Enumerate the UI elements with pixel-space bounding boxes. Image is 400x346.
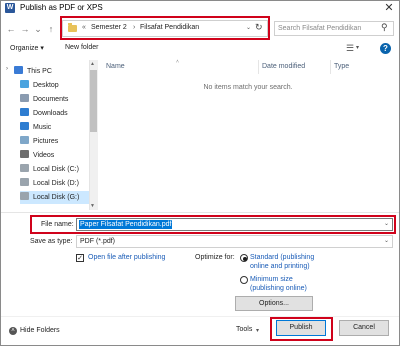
save-type-dropdown-icon[interactable]: ⌄ — [384, 237, 389, 244]
sidebar-item-music[interactable]: Music — [20, 121, 89, 134]
tools-dropdown-icon[interactable]: ▾ — [256, 327, 259, 334]
sidebar-item-label: Pictures — [33, 138, 59, 145]
column-header-date-modified[interactable]: Date modified — [262, 63, 305, 70]
tools-button[interactable]: Tools — [236, 326, 252, 333]
sidebar-item-icon — [20, 164, 29, 172]
search-placeholder: Search Filsafat Pendidikan — [278, 25, 362, 32]
publish-highlight-box — [270, 317, 333, 341]
back-arrow-icon[interactable]: ← — [6, 24, 16, 34]
recent-locations-icon[interactable]: ⌄ — [33, 24, 43, 34]
hide-folders-button[interactable]: Hide Folders — [20, 327, 60, 334]
sidebar-item-icon — [20, 178, 29, 186]
file-list[interactable] — [99, 60, 394, 210]
toolbar — [1, 40, 399, 58]
sidebar-item-icon — [20, 122, 29, 130]
sidebar-item-label: Music — [33, 124, 52, 131]
column-header-name[interactable]: Name — [106, 63, 125, 70]
close-icon[interactable]: ✕ — [382, 1, 396, 15]
file-name-highlight-box — [30, 215, 396, 234]
window-title: Publish as PDF or XPS — [20, 3, 103, 12]
sidebar-item-label: Documents — [33, 96, 69, 103]
save-type-value: PDF (*.pdf) — [80, 238, 116, 245]
chevron-up-icon[interactable]: ˄ — [9, 327, 17, 335]
sidebar-item-icon — [20, 136, 29, 144]
new-folder-button[interactable]: New folder — [65, 44, 98, 51]
cancel-button[interactable]: Cancel — [339, 320, 389, 336]
minimum-size-radio-label-line1[interactable]: Minimum size — [250, 275, 293, 284]
sidebar-item-label: Local Disk (D:) — [33, 180, 79, 187]
divider — [1, 212, 399, 213]
options-button[interactable]: Options... — [235, 296, 313, 311]
open-after-publishing-checkbox[interactable]: ✓ — [76, 254, 84, 262]
sidebar-item-label: Desktop — [33, 82, 59, 89]
help-icon[interactable]: ? — [380, 43, 391, 54]
standard-radio-label-line1[interactable]: Standard (publishing — [250, 253, 314, 262]
view-dropdown-icon[interactable]: ▾ — [356, 44, 359, 51]
save-type-select[interactable] — [76, 235, 393, 248]
sidebar-item-label: Videos — [33, 152, 55, 159]
sidebar-item-icon — [20, 94, 29, 102]
tree-expand-icon[interactable]: › — [6, 66, 8, 72]
column-divider — [330, 60, 331, 74]
sidebar-item-documents[interactable]: Documents — [20, 93, 89, 106]
sidebar-item-label: This PC — [27, 68, 52, 75]
column-divider — [258, 60, 259, 74]
sidebar-item-icon — [20, 108, 29, 116]
minimum-size-radio[interactable] — [240, 276, 248, 284]
sidebar-item-icon — [20, 192, 29, 200]
scroll-down-icon[interactable]: ▼ — [90, 203, 95, 209]
address-highlight-box — [60, 16, 270, 40]
up-arrow-icon[interactable]: ↑ — [46, 24, 56, 34]
sidebar-item-pictures[interactable]: Pictures — [20, 135, 89, 148]
sidebar-item-desktop[interactable]: Desktop — [20, 79, 89, 92]
sidebar-item-local-disk-g[interactable]: Local Disk (G:) — [20, 191, 89, 204]
sidebar-item-label: Downloads — [33, 110, 68, 117]
sidebar-item-icon — [20, 80, 29, 88]
view-options-icon[interactable]: ☰ — [346, 43, 354, 54]
column-header-type[interactable]: Type — [334, 63, 349, 70]
sidebar-item-local-disk-c[interactable]: Local Disk (C:) — [20, 163, 89, 176]
sidebar-item-videos[interactable]: Videos — [20, 149, 89, 162]
standard-radio-label-line2[interactable]: online and printing) — [250, 262, 310, 271]
sidebar-item-local-disk-d[interactable]: Local Disk (D:) — [20, 177, 89, 190]
search-icon[interactable]: ⚲ — [381, 22, 388, 33]
word-app-icon: W — [5, 3, 15, 13]
sidebar-item-downloads[interactable]: Downloads — [20, 107, 89, 120]
nav-scrollbar-thumb[interactable] — [90, 70, 97, 132]
organize-button[interactable]: Organize ▾ — [10, 44, 44, 52]
forward-arrow-icon[interactable]: → — [20, 24, 30, 34]
empty-message: No items match your search. — [203, 84, 293, 91]
standard-radio-dot — [243, 257, 247, 261]
open-after-publishing-label[interactable]: Open file after publishing — [88, 254, 165, 261]
minimum-size-radio-label-line2[interactable]: (publishing online) — [250, 284, 307, 293]
sidebar-item-this-pc[interactable]: This PC — [14, 65, 90, 78]
scroll-up-icon[interactable]: ▲ — [90, 61, 95, 67]
sidebar-item-icon — [14, 66, 23, 74]
footer-divider — [1, 316, 399, 317]
save-type-label: Save as type: — [30, 238, 73, 245]
sort-indicator-icon: ˄ — [176, 59, 179, 65]
optimize-for-label: Optimize for: — [195, 254, 235, 261]
sidebar-item-label: Local Disk (G:) — [33, 194, 80, 201]
sidebar-item-icon — [20, 150, 29, 158]
sidebar-item-label: Local Disk (C:) — [33, 166, 79, 173]
